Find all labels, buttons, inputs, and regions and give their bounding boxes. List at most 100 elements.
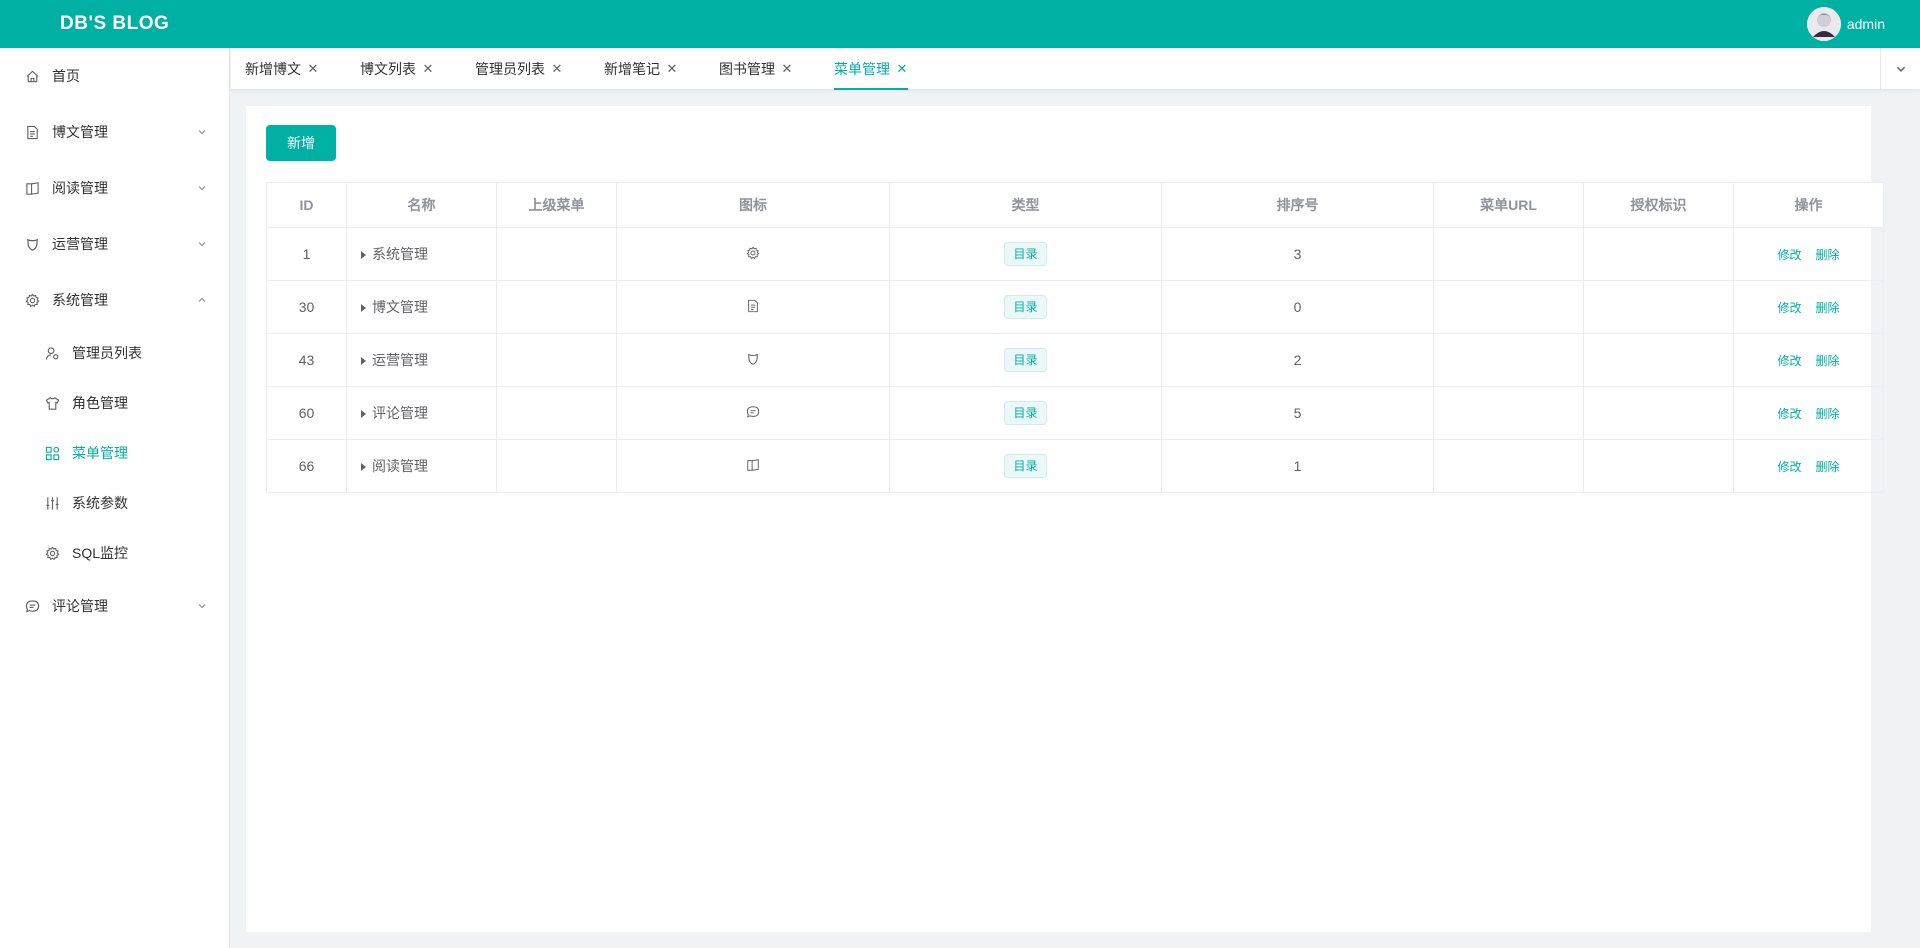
expand-caret-icon[interactable] (361, 251, 366, 260)
sidebar-subitem-admin-list[interactable]: 管理员列表 (0, 328, 229, 378)
table-header-row: ID 名称 上级菜单 图标 类型 排序号 菜单URL 授权标识 操作 (266, 182, 1884, 228)
sidebar-item-label: 首页 (52, 68, 80, 84)
cell-parent (496, 386, 617, 440)
edit-link[interactable]: 修改 (1777, 248, 1801, 262)
sidebar-item-label: 评论管理 (52, 598, 108, 614)
sidebar-item-label: 角色管理 (72, 395, 128, 411)
cell-url (1433, 333, 1584, 387)
delete-link[interactable]: 删除 (1816, 248, 1840, 262)
cell-icon (616, 227, 890, 281)
cell-icon (616, 280, 890, 334)
row-name: 阅读管理 (372, 458, 428, 474)
cell-perm (1583, 439, 1734, 493)
expand-caret-icon[interactable] (361, 410, 366, 419)
type-tag: 目录 (1004, 348, 1047, 372)
book-icon (24, 180, 40, 196)
cell-perm (1583, 280, 1734, 334)
cell-url (1433, 386, 1584, 440)
cell-type: 目录 (889, 280, 1162, 334)
cell-parent (496, 333, 617, 387)
expand-caret-icon[interactable] (361, 357, 366, 366)
sidebar-item-blog[interactable]: 博文管理 (0, 104, 229, 160)
close-icon[interactable]: ✕ (551, 61, 563, 76)
sidebar-item-reading[interactable]: 阅读管理 (0, 160, 229, 216)
type-tag: 目录 (1004, 401, 1047, 425)
cell-name: 评论管理 (346, 386, 497, 440)
column-header: 授权标识 (1583, 182, 1734, 228)
expand-caret-icon[interactable] (361, 463, 366, 472)
menu-grid-icon (44, 445, 60, 461)
chevron-down-icon (197, 183, 207, 193)
shirt-icon (44, 395, 60, 411)
expand-caret-icon[interactable] (361, 304, 366, 313)
cell-icon (616, 333, 890, 387)
tab-book-management[interactable]: 图书管理 ✕ (719, 48, 793, 90)
cell-type: 目录 (889, 439, 1162, 493)
sidebar-item-comments[interactable]: 评论管理 (0, 578, 229, 634)
cell-actions: 修改 删除 (1733, 439, 1884, 493)
cell-order: 1 (1161, 439, 1434, 493)
sidebar-subitem-menu[interactable]: 菜单管理 (0, 428, 229, 478)
tab-admin-list[interactable]: 管理员列表 ✕ (475, 48, 563, 90)
delete-link[interactable]: 删除 (1816, 407, 1840, 421)
gear-icon (746, 246, 760, 260)
sidebar-item-operations[interactable]: 运营管理 (0, 216, 229, 272)
cell-order: 5 (1161, 386, 1434, 440)
tab-new-blog[interactable]: 新增博文 ✕ (245, 48, 319, 90)
sidebar-item-system[interactable]: 系统管理 (0, 272, 229, 328)
close-icon[interactable]: ✕ (666, 61, 678, 76)
user-settings-icon (44, 345, 60, 361)
cell-order: 2 (1161, 333, 1434, 387)
cell-parent (496, 280, 617, 334)
close-icon[interactable]: ✕ (307, 61, 319, 76)
column-header: 上级菜单 (496, 182, 617, 228)
edit-link[interactable]: 修改 (1777, 354, 1801, 368)
column-header: 图标 (616, 182, 890, 228)
tab-new-note[interactable]: 新增笔记 ✕ (604, 48, 678, 90)
user-menu[interactable]: admin (1806, 6, 1885, 42)
cell-actions: 修改 删除 (1733, 333, 1884, 387)
cell-name: 系统管理 (346, 227, 497, 281)
table-row: 66 阅读管理 目录 1 修改 删除 (266, 439, 1884, 493)
tab-menu-management[interactable]: 菜单管理 ✕ (834, 48, 908, 90)
cell-name: 博文管理 (346, 280, 497, 334)
close-icon[interactable]: ✕ (422, 61, 434, 76)
user-name[interactable]: admin (1847, 16, 1885, 32)
avatar[interactable] (1806, 7, 1841, 41)
cell-url (1433, 280, 1584, 334)
sidebar-item-home[interactable]: 首页 (0, 48, 229, 104)
chat-icon (24, 598, 40, 614)
type-tag: 目录 (1004, 454, 1047, 478)
delete-link[interactable]: 删除 (1816, 301, 1840, 315)
cell-type: 目录 (889, 386, 1162, 440)
cell-icon (616, 386, 890, 440)
table-row: 1 系统管理 目录 3 修改 删除 (266, 227, 1884, 281)
sidebar-item-label: 系统参数 (72, 495, 128, 511)
sidebar-subitem-params[interactable]: 系统参数 (0, 478, 229, 528)
close-icon[interactable]: ✕ (781, 61, 793, 76)
brand-title: DB'S BLOG (60, 13, 170, 34)
edit-link[interactable]: 修改 (1777, 407, 1801, 421)
edit-link[interactable]: 修改 (1777, 301, 1801, 315)
sidebar-subitem-sql[interactable]: SQL监控 (0, 528, 229, 578)
delete-link[interactable]: 删除 (1816, 460, 1840, 474)
column-header: 操作 (1733, 182, 1884, 228)
add-button[interactable]: 新增 (266, 125, 336, 161)
delete-link[interactable]: 删除 (1816, 354, 1840, 368)
tab-label: 图书管理 (719, 61, 775, 77)
cell-id: 60 (266, 386, 347, 440)
cell-type: 目录 (889, 333, 1162, 387)
edit-link[interactable]: 修改 (1777, 460, 1801, 474)
cell-perm (1583, 227, 1734, 281)
tabs-dropdown-button[interactable] (1880, 48, 1920, 90)
cell-url (1433, 227, 1584, 281)
sidebar-subitem-role[interactable]: 角色管理 (0, 378, 229, 428)
cell-parent (496, 439, 617, 493)
tab-label: 管理员列表 (475, 61, 545, 77)
shield-icon (24, 236, 40, 252)
cell-order: 0 (1161, 280, 1434, 334)
row-name: 博文管理 (372, 299, 428, 315)
tab-blog-list[interactable]: 博文列表 ✕ (360, 48, 434, 90)
table-row: 60 评论管理 目录 5 修改 删除 (266, 386, 1884, 440)
close-icon[interactable]: ✕ (896, 61, 908, 76)
